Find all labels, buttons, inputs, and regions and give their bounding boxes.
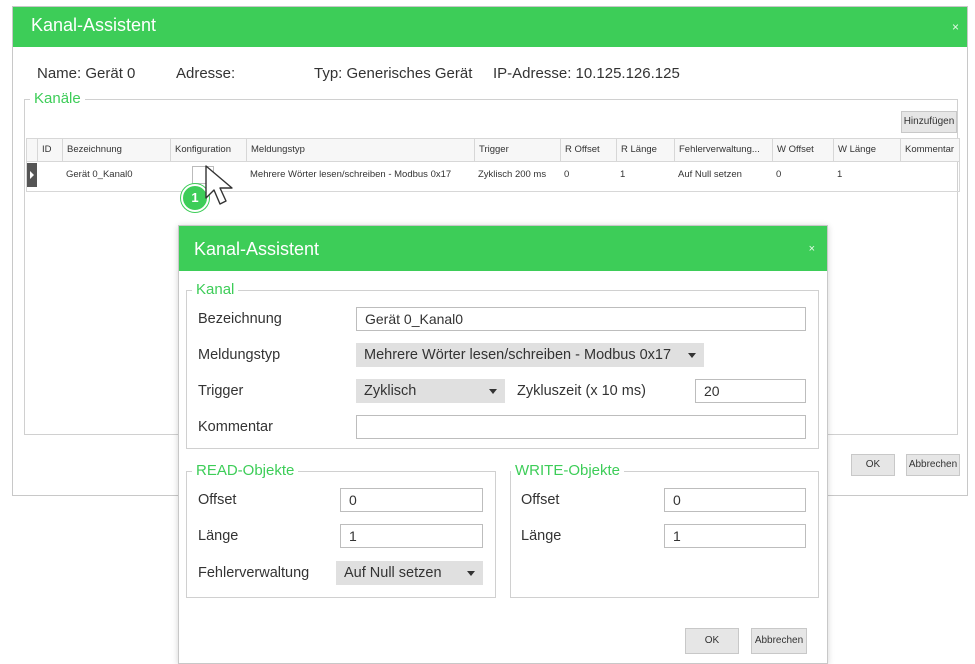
read-offset-label: Offset [198, 492, 237, 508]
write-offset-input[interactable]: 0 [664, 488, 806, 512]
meldungstyp-value: Mehrere Wörter lesen/schreiben - Modbus … [364, 347, 672, 363]
meldungstyp-label: Meldungstyp [198, 347, 281, 363]
col-header-fehlerverwaltung[interactable]: Fehlerverwaltung... [674, 139, 772, 161]
device-name: Name: Gerät 0 [37, 65, 136, 82]
device-type: Typ: Generisches Gerät [314, 65, 473, 82]
fehlerverwaltung-value: Auf Null setzen [344, 565, 442, 581]
col-header-id[interactable]: ID [37, 139, 62, 161]
inner-cancel-button[interactable]: Abbrechen [751, 628, 807, 654]
zykluszeit-label: Zykluszeit (x 10 ms) [517, 383, 646, 399]
channels-legend: Kanäle [30, 90, 85, 107]
read-legend: READ-Objekte [192, 462, 299, 479]
col-header-trigger[interactable]: Trigger [474, 139, 560, 161]
bezeichnung-label: Bezeichnung [198, 311, 282, 327]
chevron-down-icon [489, 389, 497, 394]
outer-titlebar [13, 7, 967, 47]
col-header-konfiguration[interactable]: Konfiguration [170, 139, 246, 161]
trigger-value: Zyklisch [364, 383, 417, 399]
device-address: Adresse: [176, 65, 236, 82]
cell-fehlerverwaltung: Auf Null setzen [678, 169, 742, 180]
col-header-bezeichnung[interactable]: Bezeichnung [62, 139, 170, 161]
write-legend: WRITE-Objekte [511, 462, 625, 479]
cell-w-laenge: 1 [837, 169, 843, 180]
fehlerverwaltung-select[interactable]: Auf Null setzen [336, 561, 483, 585]
zykluszeit-input[interactable]: 20 [695, 379, 806, 403]
add-channel-button[interactable]: Hinzufügen [901, 111, 957, 133]
trigger-select[interactable]: Zyklisch [356, 379, 505, 403]
col-header-meldungstyp[interactable]: Meldungstyp [246, 139, 474, 161]
cell-r-offset: 0 [564, 169, 570, 180]
cell-r-laenge: 1 [620, 169, 626, 180]
col-header-r-offset[interactable]: R Offset [560, 139, 616, 161]
channels-table: ID Bezeichnung Konfiguration Meldungstyp… [26, 138, 960, 192]
outer-title: Kanal-Assistent [31, 15, 157, 35]
row-selector-icon[interactable] [27, 163, 37, 187]
cell-bezeichnung: Gerät 0_Kanal0 [66, 169, 133, 180]
col-header-w-laenge[interactable]: W Länge [833, 139, 900, 161]
cell-meldungstyp: Mehrere Wörter lesen/schreiben - Modbus … [250, 169, 452, 180]
kommentar-input[interactable] [356, 415, 806, 439]
inner-title: Kanal-Assistent [194, 239, 320, 259]
read-laenge-input[interactable]: 1 [340, 524, 483, 548]
meldungstyp-select[interactable]: Mehrere Wörter lesen/schreiben - Modbus … [356, 343, 704, 367]
fehlerverwaltung-label: Fehlerverwaltung [198, 565, 310, 581]
device-ip: IP-Adresse: 10.125.126.125 [493, 65, 680, 82]
write-laenge-label: Länge [521, 528, 562, 544]
cell-trigger: Zyklisch 200 ms [478, 169, 547, 180]
outer-ok-button[interactable]: OK [851, 454, 895, 476]
kommentar-label: Kommentar [198, 419, 273, 435]
inner-close-button[interactable]: × [809, 243, 815, 255]
chevron-down-icon [688, 353, 696, 358]
chevron-down-icon [467, 571, 475, 576]
outer-cancel-button[interactable]: Abbrechen [906, 454, 960, 476]
inner-dialog: Kanal-Assistent × Kanal Bezeichnung Gerä… [178, 225, 828, 664]
bezeichnung-input[interactable]: Gerät 0_Kanal0 [356, 307, 806, 331]
col-header-w-offset[interactable]: W Offset [772, 139, 833, 161]
cell-kommentar [900, 162, 959, 188]
write-offset-label: Offset [521, 492, 560, 508]
write-laenge-input[interactable]: 1 [664, 524, 806, 548]
read-offset-input[interactable]: 0 [340, 488, 483, 512]
cell-w-offset: 0 [776, 169, 782, 180]
col-header-r-laenge[interactable]: R Länge [616, 139, 674, 161]
table-row[interactable]: Gerät 0_Kanal0 Mehrere Wörter lesen/schr… [27, 162, 959, 190]
kanal-legend: Kanal [192, 281, 239, 298]
col-header-kommentar[interactable]: Kommentar [900, 139, 959, 161]
outer-close-button[interactable]: × [952, 20, 959, 34]
read-laenge-label: Länge [198, 528, 239, 544]
trigger-label: Trigger [198, 383, 244, 399]
mouse-pointer-icon [205, 165, 233, 205]
inner-ok-button[interactable]: OK [685, 628, 739, 654]
